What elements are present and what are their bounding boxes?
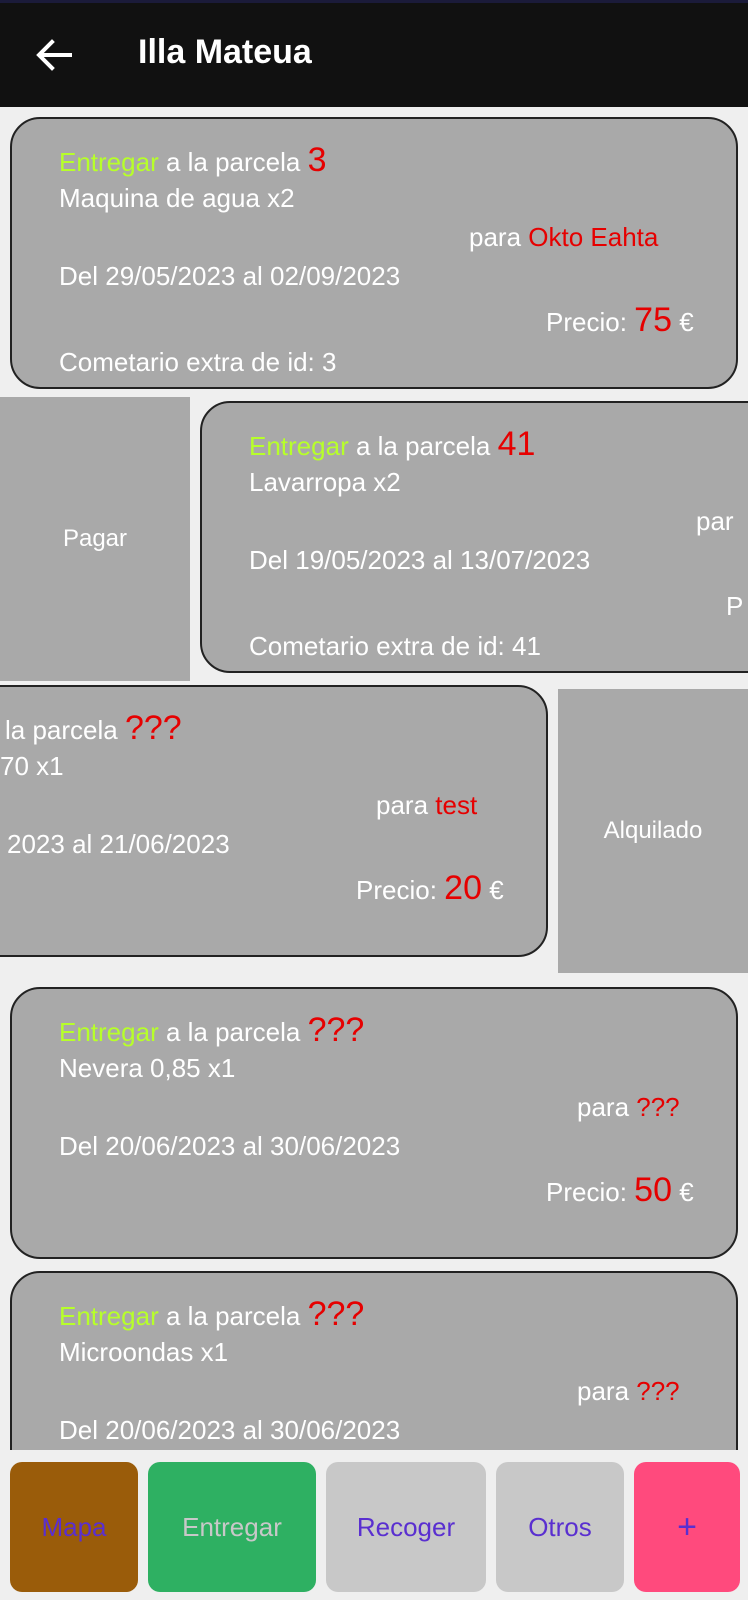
client-line: para Okto Eahta [469,222,658,253]
client-line: para ??? [577,1092,680,1123]
action-label: Entregar [249,431,349,461]
rental-card[interactable]: Entregar a la parcela 41 Lavarropa x2 pa… [200,401,748,673]
comment: Cometario extra de id: 41 [249,631,541,661]
parcel-number: ??? [124,709,182,747]
client-name: Okto Eahta [528,222,659,252]
nav-recoger-label: Recoger [356,1511,456,1542]
add-button[interactable]: + [634,1462,740,1592]
parcel-prefix: a la parcela [158,147,308,177]
date-range: 2023 al 21/06/2023 [7,829,230,859]
item-name: Nevera 0,85 x1 [59,1053,236,1083]
price-value: 20 [444,869,482,907]
client-line: para test [376,790,477,821]
date-range: Del 20/06/2023 al 30/06/2023 [59,1415,401,1445]
card-heading: Entregar a la parcela ??? [59,1011,364,1050]
nav-mapa-label: Mapa [41,1511,107,1542]
action-label: Entregar [59,1301,159,1331]
page-title: Illa Mateua [138,33,312,71]
card-heading: Entregar a la parcela 3 [59,141,327,180]
parcel-prefix: a la parcela [158,1017,308,1047]
arrow-left-icon[interactable] [34,35,74,75]
action-label: Entregar [59,147,159,177]
client-name: test [435,790,478,820]
item-name: Microondas x1 [59,1337,229,1367]
parcel-prefix: a la parcela [158,1301,308,1331]
currency: € [671,307,694,337]
date-range: Del 19/05/2023 al 13/07/2023 [249,545,591,575]
pay-button[interactable]: Pagar [0,397,190,681]
card-heading: Entregar a la parcela 41 [249,425,535,464]
price-value: 50 [634,1171,672,1209]
client-line: par [696,506,734,537]
parcel-number: ??? [307,1295,365,1333]
plus-icon: + [677,1507,697,1546]
rented-button[interactable]: Alquilado [558,689,748,973]
currency: € [481,875,504,905]
pay-label: Pagar [62,525,128,552]
nav-recoger-button[interactable]: Recoger [326,1462,486,1592]
bottom-nav: Mapa Entregar Recoger Otros + [0,1450,748,1600]
currency: € [671,1177,694,1207]
parcel-number: ??? [307,1011,365,1049]
price-label: P [726,591,744,621]
price-line: Precio: 50 € [546,1171,694,1210]
parcel-prefix: a la parcela [348,431,498,461]
para-label: para [577,1092,637,1122]
para-label: para [376,790,436,820]
parcel-number: 41 [497,425,536,463]
item-name: 70 x1 [0,751,64,781]
comment: Cometario extra de id: 3 [59,347,337,377]
rental-list[interactable]: Entregar a la parcela 3 Maquina de agua … [0,107,748,1450]
para-label: para [577,1376,637,1406]
price-label: Precio: [546,307,635,337]
price-line: Precio: 75 € [546,301,694,340]
parcel-number: 3 [307,141,327,179]
parcel-prefix: la parcela [5,715,125,745]
rented-label: Alquilado [603,817,703,844]
date-range: Del 29/05/2023 al 02/09/2023 [59,261,401,291]
nav-entregar-label: Entregar [182,1511,282,1542]
client-line: para ??? [577,1376,680,1407]
para-label: para [469,222,529,252]
price-line: P [726,591,743,622]
app-bar: Illa Mateua [0,3,748,107]
client-name: ??? [636,1376,680,1406]
price-value: 75 [634,301,672,339]
rental-card[interactable]: Entregar a la parcela 3 Maquina de agua … [10,117,738,389]
nav-entregar-button[interactable]: Entregar [148,1462,316,1592]
nav-otros-label: Otros [528,1511,592,1542]
rental-card[interactable]: Entregar a la parcela ??? Microondas x1 … [10,1271,738,1450]
date-range: Del 20/06/2023 al 30/06/2023 [59,1131,401,1161]
card-heading: la parcela ??? [5,709,182,748]
action-label: Entregar [59,1017,159,1047]
para-label: par [696,506,734,536]
client-name: ??? [636,1092,680,1122]
nav-otros-button[interactable]: Otros [496,1462,624,1592]
price-label: Precio: [546,1177,635,1207]
price-label: Precio: [356,875,445,905]
card-heading: Entregar a la parcela ??? [59,1295,364,1334]
rental-card[interactable]: Entregar a la parcela ??? Nevera 0,85 x1… [10,987,738,1259]
nav-mapa-button[interactable]: Mapa [10,1462,138,1592]
item-name: Lavarropa x2 [249,467,401,497]
price-line: Precio: 20 € [356,869,504,908]
item-name: Maquina de agua x2 [59,183,295,213]
rental-card[interactable]: la parcela ??? 70 x1 para test 2023 al 2… [0,685,548,957]
